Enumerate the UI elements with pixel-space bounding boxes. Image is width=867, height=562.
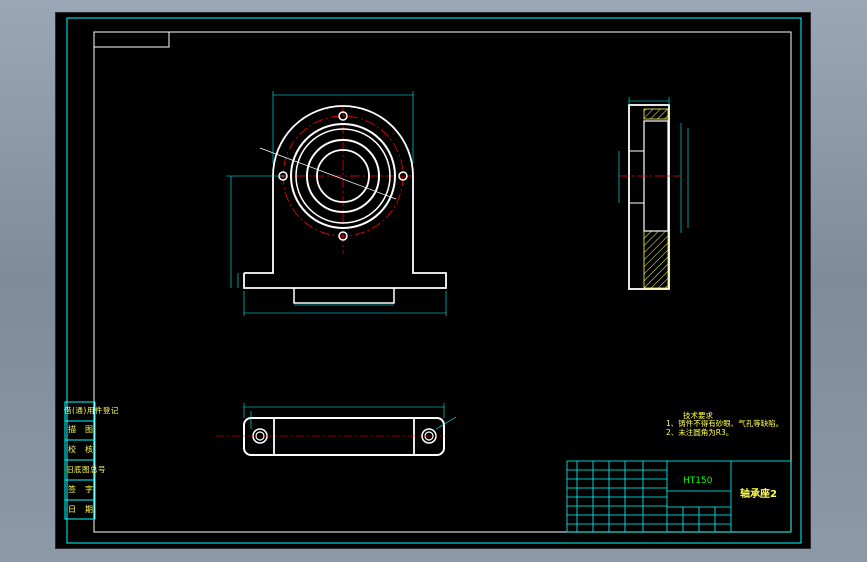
bore-inner <box>316 149 370 203</box>
engineering-drawing <box>64 17 802 544</box>
base-slot <box>293 288 395 304</box>
base-outline <box>243 260 447 289</box>
side-label-borrowed: 借(通)用件登记 <box>64 406 119 415</box>
part-name: 轴承座2 <box>740 489 777 500</box>
side-label-date: 日 期 <box>68 505 94 514</box>
side-label-old-base: 旧底图总号 <box>66 465 106 474</box>
tech-notes-line-2: 2、未注圆角为R3。 <box>666 428 734 437</box>
code-box <box>93 31 170 48</box>
front-view <box>226 91 447 316</box>
side-table <box>64 401 96 520</box>
outer-frame <box>66 17 802 544</box>
top-view <box>216 403 457 456</box>
inner-frame <box>93 31 792 533</box>
side-label-sign: 签 字 <box>68 485 94 494</box>
material-label: HT150 <box>683 476 713 486</box>
section-hatch <box>643 230 669 289</box>
tech-notes-line-1: 1、铸件不得有砂眼、气孔等缺陷。 <box>666 419 784 428</box>
cad-viewport[interactable]: 借(通)用件登记 描 图 校 核 旧底图总号 签 字 日 期 技术要求 1、铸件… <box>55 12 811 549</box>
side-label-check: 校 核 <box>68 445 94 454</box>
side-label-tracing: 描 图 <box>68 425 94 434</box>
side-view-section <box>618 97 689 290</box>
